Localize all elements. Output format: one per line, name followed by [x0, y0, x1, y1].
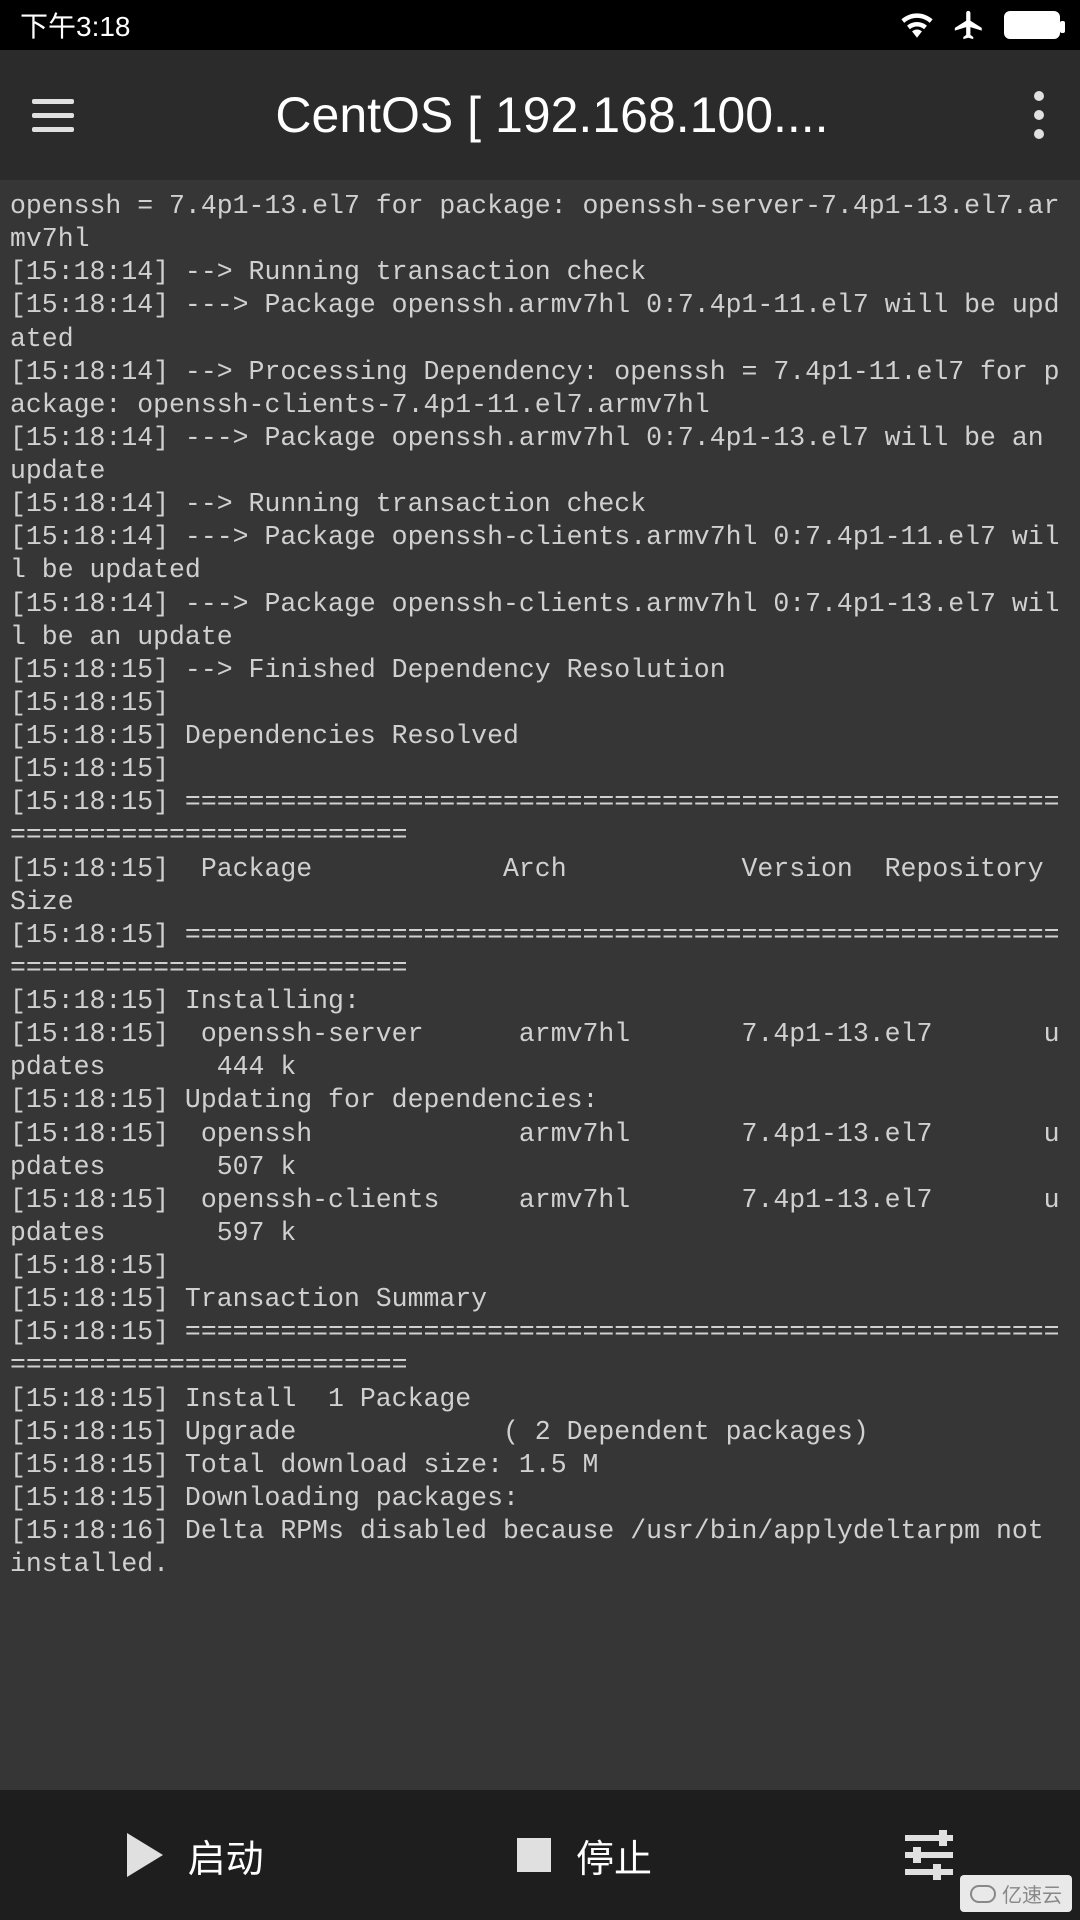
battery-icon [1004, 11, 1060, 39]
stop-icon [517, 1838, 551, 1872]
start-button[interactable]: 启动 [107, 1818, 284, 1893]
watermark: 亿速云 [960, 1875, 1072, 1912]
status-icons [900, 8, 1060, 42]
stop-label: 停止 [576, 1828, 652, 1883]
start-label: 启动 [188, 1828, 264, 1883]
play-icon [127, 1833, 163, 1877]
tune-icon [905, 1831, 953, 1879]
terminal-output[interactable]: openssh = 7.4p1-13.el7 for package: open… [0, 180, 1080, 1790]
watermark-text: 亿速云 [1002, 1879, 1062, 1908]
wifi-icon [900, 8, 934, 42]
bottom-bar: 启动 停止 [0, 1790, 1080, 1920]
cloud-icon [970, 1885, 996, 1903]
airplane-icon [952, 8, 986, 42]
status-bar: 下午3:18 [0, 0, 1080, 50]
menu-icon[interactable] [20, 89, 86, 142]
stop-button[interactable]: 停止 [497, 1818, 672, 1893]
more-icon[interactable] [1018, 81, 1060, 149]
status-time: 下午3:18 [20, 5, 131, 45]
app-title: CentOS [ 192.168.100.... [86, 86, 1018, 144]
app-header: CentOS [ 192.168.100.... [0, 50, 1080, 180]
